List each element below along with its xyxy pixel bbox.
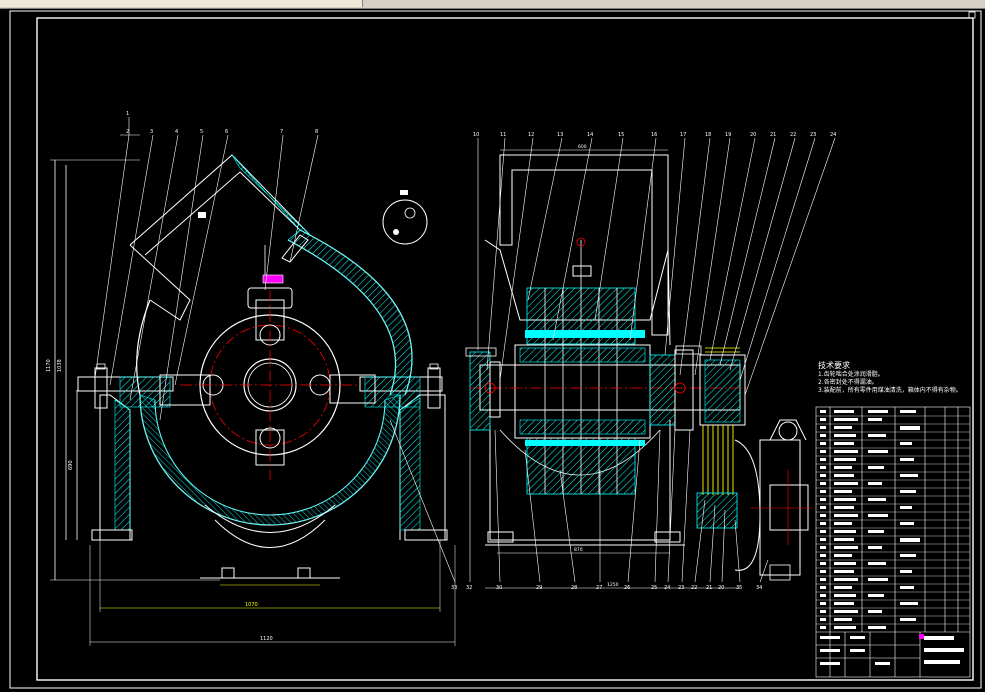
balloon-label: 24 <box>830 132 836 138</box>
balloon-label: 20 <box>718 585 724 591</box>
balloon-label: 14 <box>587 132 593 138</box>
balloon-labels-right: 10 11 12 13 14 15 16 17 18 19 20 21 22 2… <box>473 132 836 138</box>
cad-canvas[interactable]: 1170 1038 690 1070 1120 1 2 3 4 5 6 7 8 … <box>0 9 985 692</box>
balloon-label: 23 <box>810 132 816 138</box>
balloon-label: 33 <box>451 585 457 591</box>
technical-requirement-line: 2.各密封处不得漏油。 <box>818 379 878 386</box>
balloon-labels-left: 1 2 3 4 5 6 7 8 <box>126 111 318 135</box>
balloon-label: 3 <box>150 129 153 135</box>
parts-list-rows <box>816 415 970 625</box>
technical-requirements-title: 技术要求 <box>818 361 850 370</box>
balloon-label: 22 <box>691 585 697 591</box>
svg-text:690: 690 <box>68 460 74 470</box>
balloon-label: 8 <box>315 129 318 135</box>
svg-text:1070: 1070 <box>245 602 258 608</box>
balloon-label: 21 <box>770 132 776 138</box>
balloon-label: 1 <box>126 111 129 117</box>
balloon-label: 4 <box>175 129 178 135</box>
balloon-label: 29 <box>536 585 542 591</box>
balloon-label: 18 <box>705 132 711 138</box>
technical-requirement-line: 1.齿轮啮合处涂润滑脂。 <box>818 371 884 378</box>
balloon-label: 19 <box>725 132 731 138</box>
balloon-label: 10 <box>473 132 479 138</box>
technical-requirement-line: 3.装配前，所有零件用煤油清洗，箱体内不得有杂物。 <box>818 387 962 394</box>
balloon-label: 16 <box>651 132 657 138</box>
right-section-view: 600 870 1250 10 11 12 13 14 15 16 17 18 … <box>389 132 836 591</box>
balloon-label: 15 <box>618 132 624 138</box>
balloon-label: 13 <box>557 132 563 138</box>
balloon-label: 5 <box>200 129 203 135</box>
balloon-label: 12 <box>528 132 534 138</box>
balloon-label: 24 <box>664 585 670 591</box>
balloon-label: 25 <box>651 585 657 591</box>
balloon-label: 32 <box>466 585 472 591</box>
svg-text:870: 870 <box>574 547 583 553</box>
balloon-label: 7 <box>280 129 283 135</box>
balloon-label: 17 <box>680 132 686 138</box>
balloon-label: 28 <box>571 585 577 591</box>
balloon-label: 30 <box>496 585 502 591</box>
window-titlebar <box>0 0 985 9</box>
balloon-label: 20 <box>750 132 756 138</box>
svg-text:1170: 1170 <box>46 359 52 372</box>
technical-requirements: 技术要求 1.齿轮啮合处涂润滑脂。 2.各密封处不得漏油。 3.装配前，所有零件… <box>818 361 962 395</box>
balloon-label: 22 <box>790 132 796 138</box>
balloon-label: 23 <box>678 585 684 591</box>
balloon-label: 11 <box>500 132 506 138</box>
balloon-label: 27 <box>596 585 602 591</box>
balloon-label: 34 <box>756 585 762 591</box>
parts-list-text-blocks <box>820 410 964 665</box>
balloon-label: 21 <box>706 585 712 591</box>
balloon-label: 6 <box>225 129 228 135</box>
balloon-label: 35 <box>736 585 742 591</box>
svg-text:1250: 1250 <box>607 582 619 588</box>
svg-text:1038: 1038 <box>57 359 63 372</box>
svg-text:600: 600 <box>578 144 587 150</box>
balloon-label: 2 <box>126 129 129 135</box>
document-tab[interactable] <box>0 0 363 7</box>
svg-text:1120: 1120 <box>260 636 273 642</box>
left-section-view: 1170 1038 690 1070 1120 1 2 3 4 5 6 7 8 <box>46 111 456 646</box>
balloon-label: 26 <box>624 585 630 591</box>
